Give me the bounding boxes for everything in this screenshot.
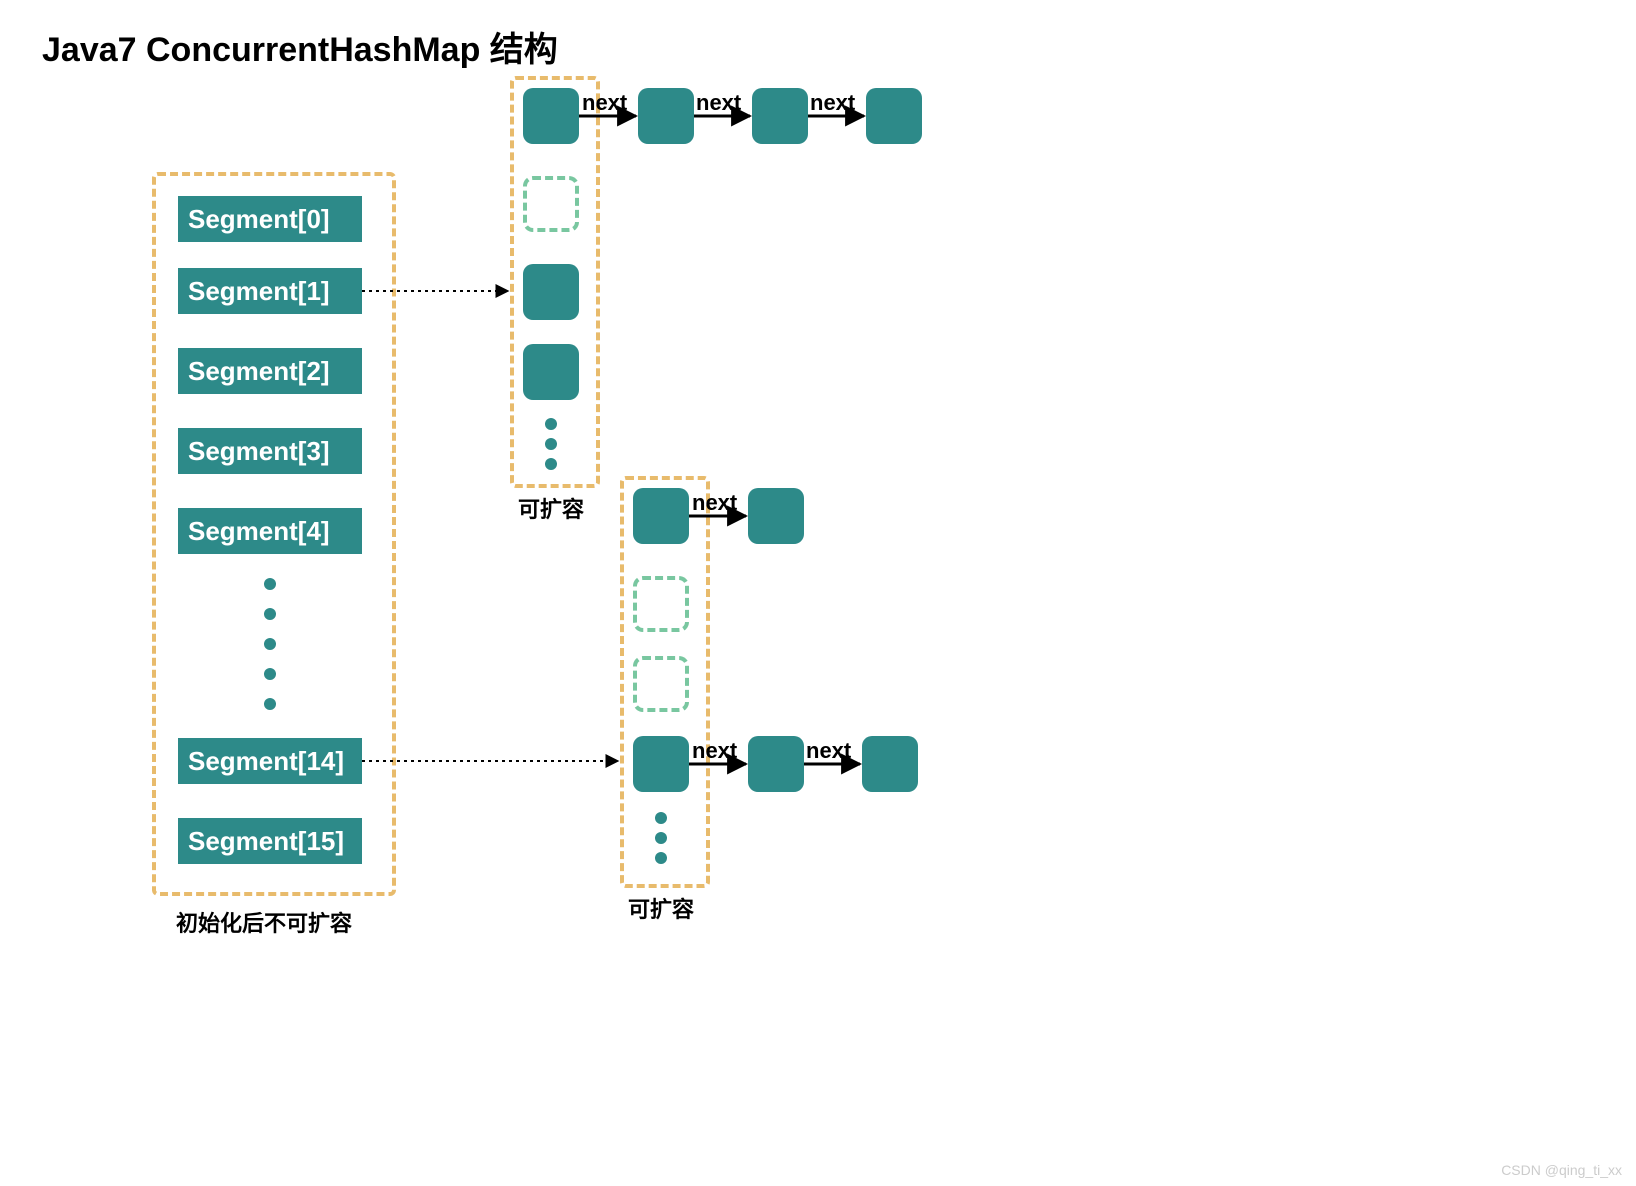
bucket-node [633, 488, 689, 544]
next-label: next [582, 90, 627, 116]
list-node [748, 736, 804, 792]
segment-4: Segment[4] [178, 508, 362, 554]
segment-ellipsis-dot [264, 638, 276, 650]
bucket-empty [633, 656, 689, 712]
bucket-empty [633, 576, 689, 632]
watermark: CSDN @qing_ti_xx [1501, 1162, 1622, 1178]
bucket-ellipsis-dot [655, 852, 667, 864]
segment-15: Segment[15] [178, 818, 362, 864]
list-node [862, 736, 918, 792]
segment-ellipsis-dot [264, 698, 276, 710]
segment-ellipsis-dot [264, 668, 276, 680]
segment-ellipsis-dot [264, 578, 276, 590]
bucket-ellipsis-dot [655, 812, 667, 824]
segment-caption: 初始化后不可扩容 [176, 906, 352, 938]
next-label: next [692, 490, 737, 516]
segment-0: Segment[0] [178, 196, 362, 242]
next-label: next [696, 90, 741, 116]
list-node [752, 88, 808, 144]
next-label: next [692, 738, 737, 764]
diagram-title: Java7 ConcurrentHashMap 结构 [42, 22, 558, 71]
bucket-ellipsis-dot [655, 832, 667, 844]
bucket-empty [523, 176, 579, 232]
bucket-node [633, 736, 689, 792]
bucket-caption-top: 可扩容 [518, 492, 584, 524]
next-label: next [806, 738, 851, 764]
segment-3: Segment[3] [178, 428, 362, 474]
bucket-ellipsis-dot [545, 438, 557, 450]
bucket-ellipsis-dot [545, 458, 557, 470]
segment-ellipsis-dot [264, 608, 276, 620]
list-node [638, 88, 694, 144]
list-node [748, 488, 804, 544]
next-label: next [810, 90, 855, 116]
bucket-node [523, 88, 579, 144]
segment-1: Segment[1] [178, 268, 362, 314]
bucket-node [523, 264, 579, 320]
bucket-caption-bottom: 可扩容 [628, 892, 694, 924]
bucket-node [523, 344, 579, 400]
list-node [866, 88, 922, 144]
bucket-ellipsis-dot [545, 418, 557, 430]
segment-2: Segment[2] [178, 348, 362, 394]
segment-14: Segment[14] [178, 738, 362, 784]
